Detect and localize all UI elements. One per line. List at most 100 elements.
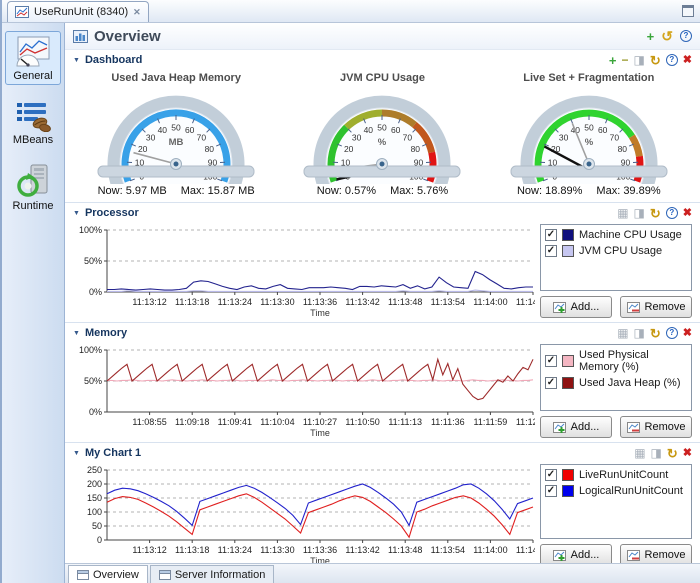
add-button[interactable]: Add...: [540, 416, 612, 438]
collapse-icon[interactable]: ▼: [73, 330, 80, 337]
add-button[interactable]: Add...: [540, 296, 612, 318]
collapse-icon[interactable]: ▼: [73, 210, 80, 217]
svg-text:0%: 0%: [89, 287, 102, 297]
remove-button-label: Remove: [645, 421, 686, 433]
svg-text:70: 70: [197, 133, 207, 143]
series-checkbox[interactable]: ✓: [545, 245, 557, 257]
svg-text:80: 80: [205, 144, 215, 154]
processor-toolbar: ▦ ◨ ↻? ✖: [617, 207, 692, 220]
memory-section: ▼ Memory ▦◨↻?✖ 0%50%100%11:08:5511:09:18…: [65, 322, 700, 442]
add-icon[interactable]: +: [609, 54, 617, 67]
remove-chart-icon: [627, 550, 640, 561]
series-checkbox[interactable]: ✓: [545, 377, 557, 389]
close-icon[interactable]: ✖: [683, 448, 692, 459]
svg-text:11:14:00: 11:14:00: [473, 297, 507, 307]
help-icon[interactable]: ?: [666, 327, 678, 339]
svg-text:11:09:41: 11:09:41: [218, 417, 252, 427]
close-icon[interactable]: ✖: [683, 328, 692, 339]
svg-text:200: 200: [87, 479, 102, 489]
svg-text:60: 60: [391, 125, 401, 135]
svg-text:50%: 50%: [84, 376, 102, 386]
form-header: Overview +↺?: [65, 23, 700, 50]
gauge-max-value: Max: 5.76%: [390, 185, 448, 197]
accessibility-icon[interactable]: ◨: [634, 54, 645, 66]
freeze-icon[interactable]: ▦: [617, 327, 628, 339]
mychart-section: ▼ My Chart 1 ▦◨↻✖ 05010015020025011:13:1…: [65, 442, 700, 563]
tab-server-information[interactable]: Server Information: [150, 565, 274, 583]
svg-text:70: 70: [609, 133, 619, 143]
reset-icon[interactable]: ↺: [661, 29, 673, 43]
mychart-legend: ✓LiveRunUnitCount✓LogicalRunUnitCount: [540, 464, 692, 539]
svg-text:11:13:48: 11:13:48: [388, 545, 422, 555]
svg-text:40: 40: [158, 125, 168, 135]
refresh-icon[interactable]: ↻: [667, 447, 678, 460]
processor-section: ▼ Processor ▦◨↻?✖ 0%50%100%11:13:1211:13…: [65, 202, 700, 322]
svg-text:11:11:13: 11:11:13: [388, 417, 422, 427]
svg-text:11:13:54: 11:13:54: [431, 297, 465, 307]
svg-text:11:13:18: 11:13:18: [175, 297, 209, 307]
add-button[interactable]: Add...: [540, 544, 612, 563]
gauge-stats: Now: 0.57% Max: 5.76%: [310, 185, 455, 197]
dashboard-section: ▼ Dashboard +−◨↻?✖ Used Java Heap Memory…: [65, 50, 700, 202]
page-icon: [77, 570, 89, 580]
add-chart-icon: [553, 550, 566, 561]
bottom-tabstrip: Overview Server Information: [65, 563, 700, 583]
sidebar-item-general[interactable]: General: [5, 31, 61, 85]
freeze-icon[interactable]: ▦: [634, 447, 645, 459]
remove-button[interactable]: Remove: [620, 544, 692, 563]
accessibility-icon[interactable]: ◨: [634, 207, 645, 219]
series-swatch: [562, 229, 574, 241]
series-swatch: [562, 469, 574, 481]
svg-text:250: 250: [87, 465, 102, 475]
remove-button[interactable]: Remove: [620, 296, 692, 318]
collapse-icon[interactable]: ▼: [73, 57, 80, 64]
help-icon[interactable]: ?: [666, 54, 678, 66]
series-label: Machine CPU Usage: [579, 229, 682, 241]
runtime-icon: [15, 164, 51, 198]
collapse-icon[interactable]: ▼: [73, 450, 80, 457]
svg-text:11:10:27: 11:10:27: [303, 417, 337, 427]
processor-chart: 0%50%100%11:13:1211:13:1811:13:2411:13:3…: [73, 224, 532, 318]
series-checkbox[interactable]: ✓: [545, 229, 557, 241]
svg-text:11:13:30: 11:13:30: [260, 297, 294, 307]
tab-close-icon[interactable]: ✕: [133, 7, 141, 18]
help-icon[interactable]: ?: [680, 30, 692, 42]
remove-chart-icon: [627, 422, 640, 433]
tab-overview[interactable]: Overview: [68, 565, 148, 583]
remove-icon[interactable]: −: [622, 54, 629, 66]
gauge-jvm-cpu: JVM CPU Usage0102030405060708090100%Now:…: [280, 71, 485, 197]
sidebar-item-mbeans[interactable]: MBeans: [5, 95, 61, 149]
series-label: LogicalRunUnitCount: [579, 485, 683, 497]
sidebar-item-runtime[interactable]: Runtime: [5, 159, 61, 215]
add-icon[interactable]: +: [647, 30, 655, 43]
freeze-icon[interactable]: ▦: [617, 207, 628, 219]
close-icon[interactable]: ✖: [683, 55, 692, 66]
editor-tab-userununit[interactable]: UseRunUnit (8340) ✕: [7, 1, 149, 22]
series-checkbox[interactable]: ✓: [545, 469, 557, 481]
legend-row: ✓Used Physical Memory (%): [545, 349, 687, 373]
help-icon[interactable]: ?: [666, 207, 678, 219]
accessibility-icon[interactable]: ◨: [634, 327, 645, 339]
refresh-icon[interactable]: ↻: [650, 54, 661, 67]
svg-text:11:13:36: 11:13:36: [303, 297, 337, 307]
svg-text:11:13:36: 11:13:36: [303, 545, 337, 555]
series-checkbox[interactable]: ✓: [545, 485, 557, 497]
svg-text:Time: Time: [310, 556, 330, 563]
tab-label: Overview: [93, 569, 139, 581]
refresh-icon[interactable]: ↻: [650, 207, 661, 220]
svg-text:11:12:22: 11:12:22: [516, 417, 535, 427]
remove-button[interactable]: Remove: [620, 416, 692, 438]
restore-icon[interactable]: [682, 5, 694, 17]
add-chart-icon: [553, 422, 566, 433]
svg-text:100: 100: [87, 507, 102, 517]
remove-chart-icon: [627, 302, 640, 313]
close-icon[interactable]: ✖: [683, 208, 692, 219]
series-label: Used Java Heap (%): [579, 377, 681, 389]
gauge-now-value: Now: 0.57%: [317, 185, 376, 197]
series-swatch: [562, 377, 574, 389]
svg-text:0%: 0%: [89, 407, 102, 417]
refresh-icon[interactable]: ↻: [650, 327, 661, 340]
gauge-title: Used Java Heap Memory: [111, 72, 241, 84]
accessibility-icon[interactable]: ◨: [651, 447, 662, 459]
series-checkbox[interactable]: ✓: [545, 355, 557, 367]
